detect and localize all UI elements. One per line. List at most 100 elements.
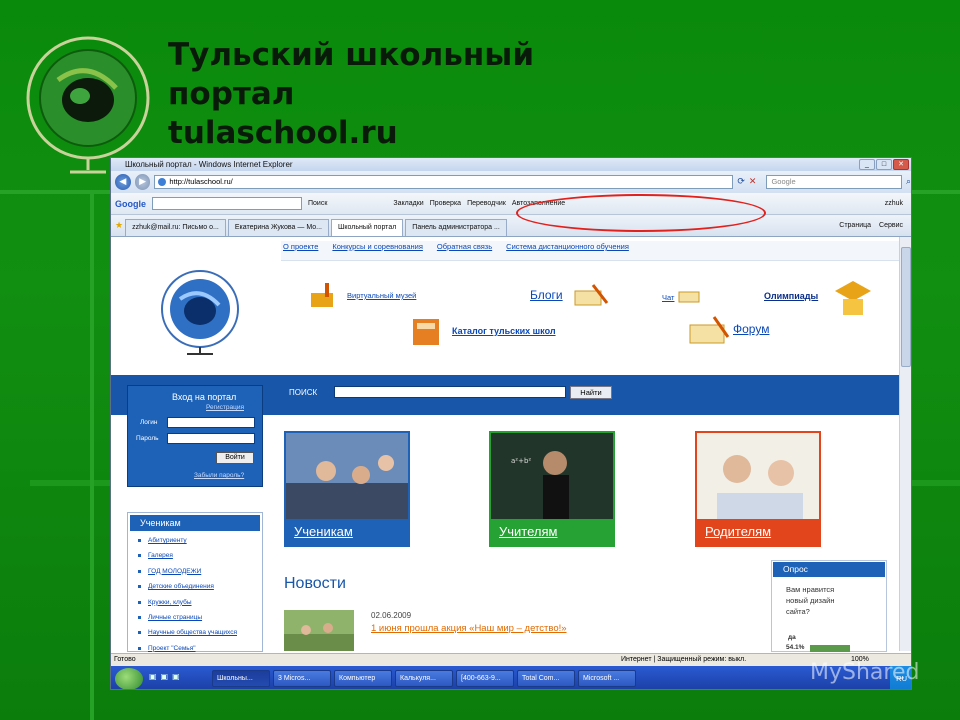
favicon-icon (158, 178, 167, 186)
parents-photo (697, 433, 819, 523)
taskbar-item-chat[interactable]: [400-663-9... (456, 670, 514, 687)
browser-screenshot: Школьный портал - Windows Internet Explo… (110, 157, 912, 690)
menu-item-children-associations[interactable]: Детские объединения (128, 579, 262, 594)
login-button[interactable]: Войти (216, 452, 254, 464)
poll-question: Вам нравится новый дизайн сайта? (786, 585, 835, 616)
taskbar-item-computer[interactable]: Компьютер (334, 670, 392, 687)
back-button[interactable]: ◀ (115, 174, 131, 190)
toolbar-search-button[interactable]: Поиск (308, 200, 327, 207)
news-headline-link[interactable]: 1 июня прошла акция «Наш мир – детство!» (371, 623, 567, 634)
tab-mail[interactable]: zzhuk@mail.ru: Письмо о... (125, 219, 226, 236)
taskbar-item-calculator[interactable]: Калькуля... (395, 670, 453, 687)
quick-launch-icons[interactable]: ▣▣▣ (149, 672, 209, 686)
forward-button[interactable]: ▶ (134, 174, 151, 190)
topnav-distance-learning-link[interactable]: Система дистанционного обучения (506, 242, 629, 258)
blogs-icon (574, 284, 609, 306)
tab-strip: ★ zzhuk@mail.ru: Письмо о... Екатерина Ж… (111, 215, 911, 237)
menu-item-youth-year[interactable]: ГОД МОЛОДЕЖИ (128, 564, 262, 579)
register-link[interactable]: Регистрация (206, 404, 244, 411)
chat-link[interactable]: Чат (662, 293, 674, 302)
refresh-icon[interactable]: ⟳ (737, 177, 745, 187)
tab-school-portal[interactable]: Школьный портал (330, 219, 404, 236)
search-icon[interactable]: ⌕ (906, 177, 911, 187)
tab-profile[interactable]: Екатерина Жукова — Мо... (227, 219, 329, 236)
museum-link[interactable]: Виртуальный музей (347, 291, 416, 300)
password-input[interactable] (167, 433, 255, 444)
olympiads-link[interactable]: Олимпиады (764, 291, 818, 301)
password-label: Пароль (136, 435, 159, 442)
site-search-button[interactable]: Найти (570, 386, 612, 399)
top-nav: О проекте Конкурсы и соревнования Обратн… (283, 242, 629, 258)
tab-tools-page[interactable]: Страница (839, 222, 871, 229)
menu-item-gallery[interactable]: Галерея (128, 548, 262, 563)
forgot-password-link[interactable]: Забыли пароль? (194, 472, 244, 479)
site-search-input[interactable] (334, 386, 566, 398)
address-field[interactable]: http://tulaschool.ru/ (154, 175, 734, 189)
menu-item-personal-pages[interactable]: Личные страницы (128, 610, 262, 625)
address-value: http://tulaschool.ru/ (169, 177, 233, 186)
scrollbar-thumb[interactable] (901, 247, 911, 367)
windows-taskbar: ▣▣▣ Школьны... 3 Micros... Компьютер Кал… (111, 666, 911, 689)
blogs-link[interactable]: Блоги (530, 288, 563, 302)
slide-title: Тульский школьный портал tulaschool.ru (168, 37, 535, 151)
favorites-star-icon[interactable]: ★ (115, 220, 123, 231)
highlight-ellipse (516, 194, 766, 232)
teachers-card[interactable]: a²+b² Учителям (489, 431, 615, 547)
toolbar-translate-button[interactable]: Переводчик (467, 200, 506, 207)
poll-header: Опрос (773, 562, 885, 577)
topnav-about-link[interactable]: О проекте (283, 242, 318, 258)
site-search-label: ПОИСК (289, 388, 318, 397)
poll-result-bar (810, 645, 850, 652)
taskbar-item-browser[interactable]: Школьны... (212, 670, 270, 687)
google-toolbar-input[interactable] (152, 197, 302, 210)
topnav-feedback-link[interactable]: Обратная связь (437, 242, 492, 258)
chat-icon (678, 291, 700, 303)
status-security-mode: Интернет | Защищенный режим: выкл. (621, 656, 747, 663)
students-menu: Ученикам Абитуриенту Галерея ГОД МОЛОДЕЖ… (127, 512, 263, 652)
watermark: MyShared (810, 660, 920, 685)
toolbar-bookmarks-button[interactable]: Закладки (393, 200, 423, 207)
close-button[interactable]: ✕ (893, 159, 909, 170)
olympiads-icon (835, 281, 871, 315)
tab-label: Панель администратора ... (412, 224, 500, 231)
forum-link[interactable]: Форум (733, 322, 769, 336)
taskbar-item-office[interactable]: Microsoft ... (578, 670, 636, 687)
students-card[interactable]: Ученикам (284, 431, 410, 547)
page-scrollbar[interactable] (899, 237, 911, 651)
toolbar-user-button[interactable]: zzhuk (885, 200, 903, 207)
poll-answer: да (788, 634, 796, 641)
status-text: Готово (114, 656, 136, 663)
login-input[interactable] (167, 417, 255, 428)
topnav-contests-link[interactable]: Конкурсы и соревнования (332, 242, 423, 258)
catalog-link[interactable]: Каталог тульских школ (452, 326, 556, 336)
menu-item-clubs[interactable]: Кружки, клубы (128, 595, 262, 610)
toolbar-check-button[interactable]: Проверка (430, 200, 461, 207)
tab-label: Екатерина Жукова — Мо... (234, 224, 322, 231)
stop-icon[interactable]: ✕ (749, 177, 757, 187)
taskbar-item-word[interactable]: 3 Micros... (273, 670, 331, 687)
address-bar-row: ◀ ▶ http://tulaschool.ru/ ⟳ ✕ Google ⌕ (111, 171, 911, 193)
portal-globe-logo (26, 36, 150, 174)
web-page: О проекте Конкурсы и соревнования Обратн… (111, 237, 901, 652)
login-label: Логин (140, 419, 158, 426)
news-photo (284, 610, 354, 651)
menu-item-science-societies[interactable]: Научные общества учащихся (128, 625, 262, 640)
start-button[interactable] (115, 668, 143, 689)
maximize-button[interactable]: □ (876, 159, 892, 170)
minimize-button[interactable]: _ (859, 159, 875, 170)
teachers-card-caption: Учителям (491, 519, 613, 545)
tab-tools-service[interactable]: Сервис (879, 222, 903, 229)
taskbar-item-total-commander[interactable]: Total Com... (517, 670, 575, 687)
login-box: Вход на портал Регистрация Логин Пароль … (127, 385, 263, 487)
tab-admin-panel[interactable]: Панель администратора ... (405, 219, 507, 236)
parents-card[interactable]: Родителям (695, 431, 821, 547)
students-card-caption: Ученикам (286, 519, 408, 545)
browser-search-placeholder: Google (771, 177, 796, 186)
menu-item-applicant[interactable]: Абитуриенту (128, 533, 262, 548)
forum-icon (689, 316, 730, 344)
browser-search-input[interactable]: Google (766, 175, 902, 189)
tab-label: Школьный портал (337, 224, 397, 231)
svg-text:a²+b²: a²+b² (511, 457, 531, 465)
teachers-photo: a²+b² (491, 433, 613, 523)
window-title-bar: Школьный портал - Windows Internet Explo… (111, 158, 911, 171)
